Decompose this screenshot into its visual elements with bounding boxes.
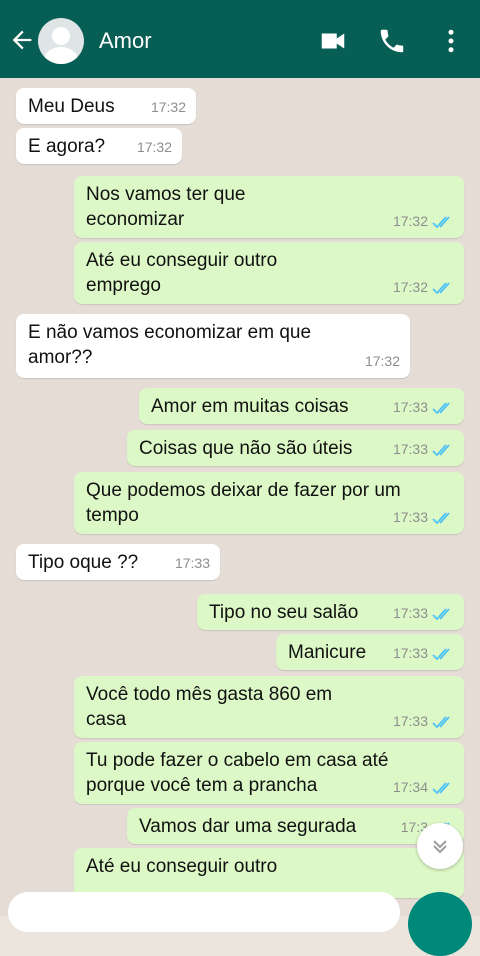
message-text: E não vamos economizar em que amor?? (28, 322, 312, 368)
message-meta: 17:32 (137, 135, 172, 160)
outgoing-message[interactable]: Coisas que não são úteis 17:33 (127, 430, 464, 466)
message-meta: 17:33 (393, 395, 454, 420)
send-button[interactable] (408, 892, 472, 956)
message-list[interactable]: Meu Deus 17:32 E agora? 17:32 Nos vamos ter … (0, 78, 480, 916)
message-input[interactable] (8, 892, 400, 932)
message-meta: 17:33 (393, 505, 454, 530)
message-meta: 17:33 (393, 601, 454, 626)
message-meta: 17:33 (175, 551, 210, 576)
message-meta: 17:32 (393, 209, 454, 234)
incoming-message[interactable]: Meu Deus 17:32 (16, 88, 196, 124)
double-check-icon (432, 511, 450, 524)
message-time: 17:33 (174, 555, 210, 571)
scroll-down-button[interactable] (417, 823, 463, 869)
outgoing-message[interactable]: Até eu conseguir outro emprego 17:32 (74, 242, 464, 304)
message-meta: 17:32 (151, 95, 186, 120)
message-time: 17:33 (392, 441, 428, 457)
message-time: 17:32 (136, 139, 172, 155)
double-check-icon (432, 443, 450, 456)
message-meta: 17:32 (393, 275, 454, 300)
contact-name[interactable]: Amor (99, 28, 152, 54)
message-meta: 17:33 (393, 709, 454, 734)
phone-icon[interactable] (377, 26, 407, 56)
message-time: 17:33 (392, 713, 428, 729)
message-time: 17:34 (392, 779, 428, 795)
message-time: 17:33 (392, 605, 428, 621)
outgoing-message[interactable]: Manicure 17:33 (276, 634, 464, 670)
outgoing-message[interactable]: Vamos dar uma segurada 17:3 (127, 808, 464, 844)
incoming-message[interactable]: E agora? 17:32 (16, 128, 182, 164)
more-vert-icon[interactable] (436, 26, 466, 56)
outgoing-message[interactable]: Até eu conseguir outro (74, 848, 464, 898)
message-time: 17:32 (150, 99, 186, 115)
incoming-message[interactable]: Tipo oque ?? 17:33 (16, 544, 220, 580)
double-check-icon (432, 401, 450, 414)
double-check-icon (432, 715, 450, 728)
avatar[interactable] (38, 18, 84, 64)
double-check-icon (432, 647, 450, 660)
outgoing-message[interactable]: Você todo mês gasta 860 em casa 17:33 (74, 676, 464, 738)
outgoing-message[interactable]: Amor em muitas coisas 17:33 (139, 388, 464, 424)
double-check-icon (432, 607, 450, 620)
double-check-icon (432, 781, 450, 794)
message-meta: 17:32 (365, 349, 400, 374)
outgoing-message[interactable]: Tipo no seu salão 17:33 (197, 594, 464, 630)
message-time: 17:32 (364, 353, 400, 369)
message-text: Até eu conseguir outro (86, 856, 278, 877)
default-avatar-icon (44, 27, 78, 64)
message-time: 17:33 (392, 509, 428, 525)
outgoing-message[interactable]: Nos vamos ter que economizar 17:32 (74, 176, 464, 238)
double-check-icon (432, 281, 450, 294)
message-time: 17:33 (392, 645, 428, 661)
message-time: 17:33 (392, 399, 428, 415)
incoming-message[interactable]: E não vamos economizar em que amor?? 17:3… (16, 314, 410, 378)
message-meta: 17:33 (393, 437, 454, 462)
message-time: 17:32 (392, 213, 428, 229)
arrow-left-icon[interactable] (8, 26, 36, 54)
message-meta: 17:34 (393, 775, 454, 800)
chevron-double-down-icon (433, 840, 447, 854)
message-meta: 17:33 (393, 641, 454, 666)
outgoing-message[interactable]: Que podemos deixar de fazer por um tempo… (74, 472, 464, 534)
outgoing-message[interactable]: Tu pode fazer o cabelo em casa até porqu… (74, 742, 464, 804)
message-time: 17:32 (392, 279, 428, 295)
chat-header: Amor (0, 0, 480, 78)
double-check-icon (432, 215, 450, 228)
video-call-icon[interactable] (318, 26, 348, 56)
